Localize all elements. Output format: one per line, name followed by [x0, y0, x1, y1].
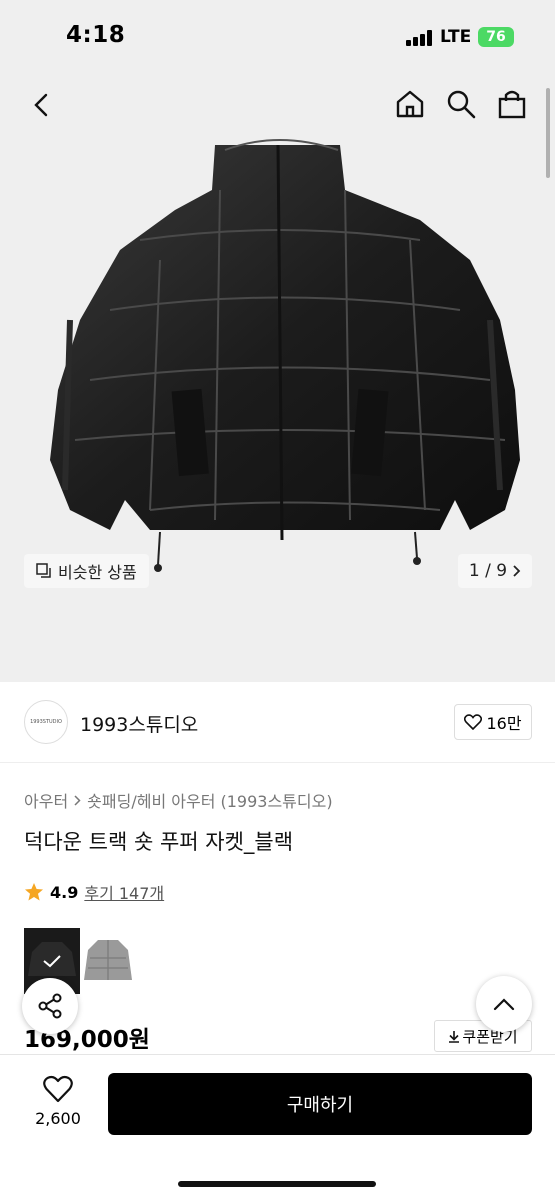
- image-pager-label: 1 / 9: [468, 561, 508, 581]
- favorite-count: 2,600: [35, 1109, 81, 1128]
- chevron-left-icon: [34, 93, 48, 117]
- rating-score: 4.9: [50, 882, 79, 902]
- similar-products-button[interactable]: 비슷한 상품: [24, 554, 149, 588]
- network-label: LTE: [440, 27, 472, 47]
- breadcrumb: 아우터 숏패딩/헤비 아우터 (1993스튜디오): [24, 788, 333, 812]
- brand-logo[interactable]: 1993STUDIO: [24, 700, 68, 744]
- share-button[interactable]: [22, 978, 78, 1034]
- signal-icon: [406, 30, 434, 46]
- scroll-to-top-button[interactable]: [476, 976, 532, 1032]
- heart-icon: [43, 1075, 73, 1103]
- color-option-grey[interactable]: [80, 928, 136, 994]
- share-icon: [38, 993, 62, 1019]
- buy-button[interactable]: 구매하기: [108, 1073, 532, 1135]
- brand-like-button[interactable]: 16만: [454, 704, 532, 740]
- heart-icon: [464, 714, 483, 730]
- review-count-link[interactable]: 후기 147개: [84, 880, 164, 904]
- chevron-right-icon: [74, 794, 81, 806]
- home-icon: [396, 90, 424, 118]
- checkmark-icon: [43, 955, 61, 968]
- status-time: 4:18: [66, 22, 126, 48]
- brand-row[interactable]: 1993STUDIO 1993스튜디오 16만: [0, 682, 555, 763]
- battery-icon: 76: [478, 27, 514, 47]
- favorite-button[interactable]: 2,600: [30, 1075, 86, 1128]
- similar-products-icon: [36, 563, 51, 578]
- image-pager[interactable]: 1 / 9: [458, 554, 532, 588]
- search-icon: [447, 90, 476, 119]
- star-icon: [25, 883, 43, 901]
- brand-name[interactable]: 1993스튜디오: [80, 710, 198, 737]
- breadcrumb-level1[interactable]: 아우터: [24, 788, 68, 812]
- breadcrumb-level2[interactable]: 숏패딩/헤비 아우터 (1993스튜디오): [87, 788, 332, 812]
- rating-row[interactable]: 4.9 후기 147개: [24, 880, 164, 904]
- shopping-bag-icon: [498, 90, 526, 119]
- product-image-gallery[interactable]: [0, 70, 555, 682]
- home-button[interactable]: [392, 86, 428, 122]
- product-title: 덕다운 트랙 숏 푸퍼 자켓_블랙: [24, 830, 294, 854]
- home-indicator[interactable]: [178, 1181, 376, 1187]
- similar-products-label: 비슷한 상품: [58, 563, 137, 582]
- download-icon: [449, 1030, 460, 1043]
- brand-like-count: 16만: [486, 714, 522, 733]
- scroll-indicator[interactable]: [546, 88, 550, 178]
- back-button[interactable]: [26, 88, 56, 122]
- chevron-up-icon: [493, 998, 515, 1011]
- grey-jacket-thumbnail: [84, 940, 132, 980]
- search-button[interactable]: [443, 86, 479, 122]
- chevron-right-icon: [513, 565, 521, 577]
- cart-button[interactable]: [494, 86, 530, 122]
- status-bar: 4:18 LTE 76: [0, 0, 555, 70]
- jacket-image: [50, 139, 520, 572]
- bottom-action-bar: 2,600 구매하기: [0, 1054, 555, 1201]
